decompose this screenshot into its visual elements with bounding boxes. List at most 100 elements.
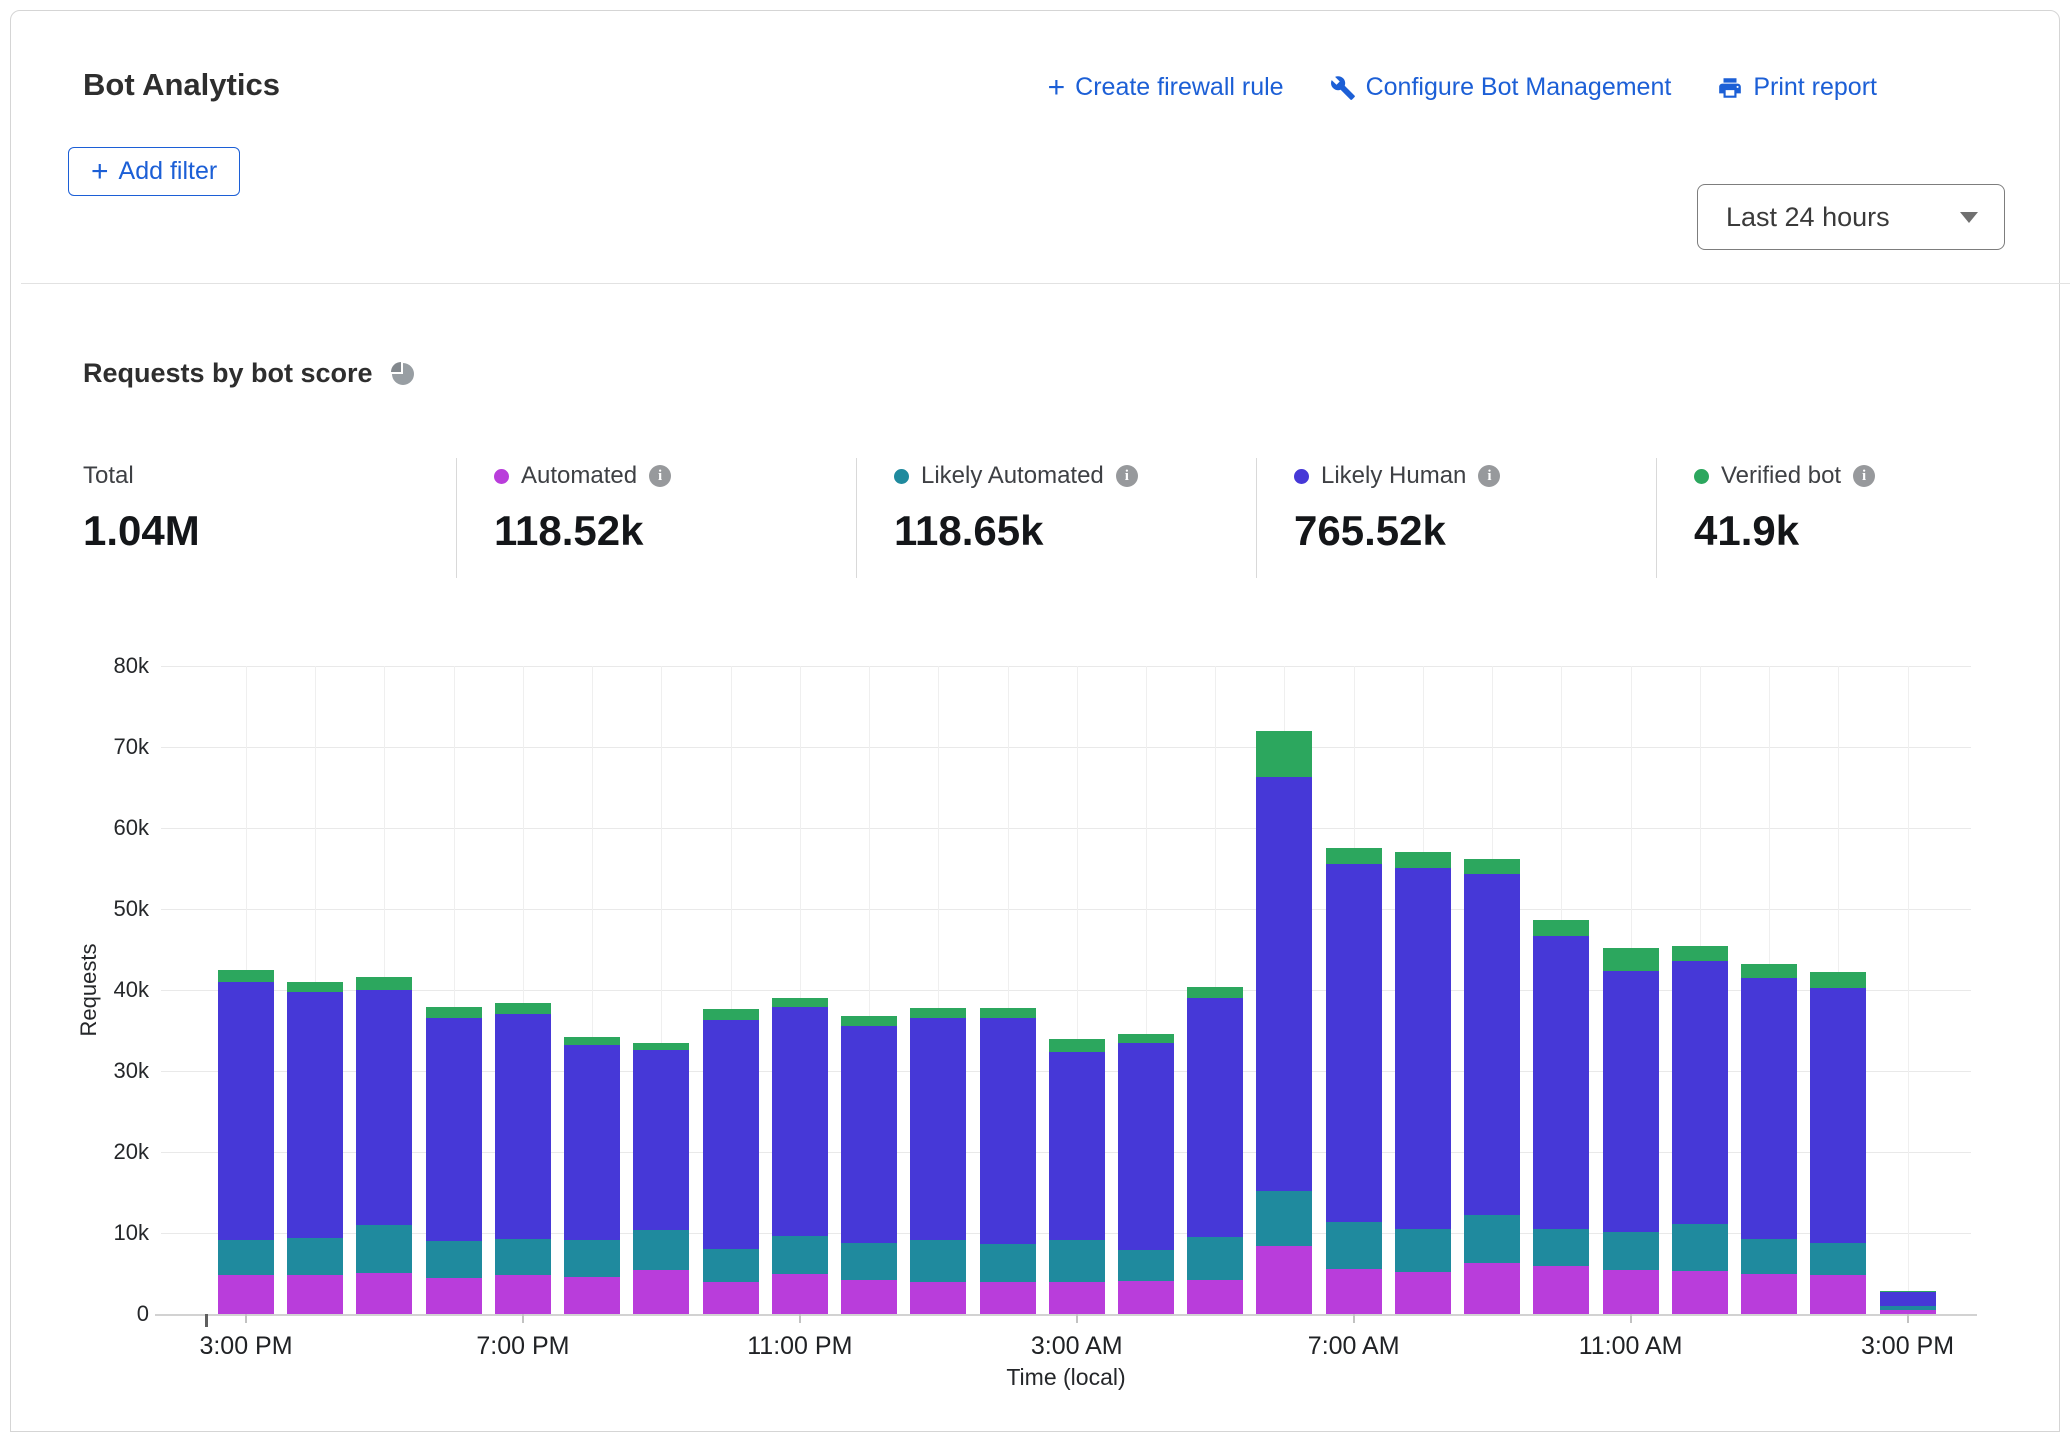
- configure-bot-management-link[interactable]: Configure Bot Management: [1330, 73, 1672, 102]
- legend-dot: [894, 469, 909, 484]
- segment-likely-automated: [1741, 1239, 1797, 1274]
- analytics-card: Bot Analytics + Create firewall rule Con…: [10, 10, 2060, 1432]
- legend-dot: [1694, 469, 1709, 484]
- bar-0-300pm[interactable]: [218, 970, 274, 1314]
- bar-12-300am[interactable]: [1049, 1039, 1105, 1314]
- y-tick-label: 30k: [55, 1058, 149, 1084]
- bar-22-100pm[interactable]: [1741, 964, 1797, 1314]
- info-icon[interactable]: i: [1116, 465, 1138, 487]
- x-tick: [1907, 1314, 1909, 1323]
- stat-total: Total1.04M: [83, 461, 200, 555]
- segment-likely-human: [564, 1045, 620, 1239]
- segment-likely-human: [1880, 1292, 1936, 1306]
- bar-6-900pm[interactable]: [633, 1043, 689, 1314]
- segment-likely-human: [495, 1014, 551, 1238]
- bar-10-100am[interactable]: [910, 1008, 966, 1314]
- bar-3-600pm[interactable]: [426, 1007, 482, 1314]
- bar-11-200am[interactable]: [980, 1008, 1036, 1314]
- segment-likely-human: [426, 1018, 482, 1242]
- stat-label: Total: [83, 462, 134, 490]
- segment-automated: [1464, 1263, 1520, 1314]
- stat-label: Verified bot: [1721, 462, 1841, 490]
- x-axis-title: Time (local): [161, 1364, 1971, 1391]
- create-firewall-rule-label: Create firewall rule: [1075, 73, 1283, 102]
- segment-automated: [1118, 1281, 1174, 1314]
- segment-automated: [218, 1275, 274, 1314]
- header-divider: [21, 283, 2070, 284]
- segment-likely-automated: [633, 1230, 689, 1271]
- segment-verified-bot: [1464, 859, 1520, 874]
- print-report-link[interactable]: Print report: [1717, 73, 1877, 102]
- segment-likely-human: [1741, 978, 1797, 1240]
- x-tick: [245, 1314, 247, 1323]
- bar-7-1000pm[interactable]: [703, 1009, 759, 1314]
- segment-automated: [703, 1282, 759, 1314]
- segment-likely-human: [287, 992, 343, 1237]
- segment-automated: [1187, 1280, 1243, 1314]
- segment-verified-bot: [841, 1016, 897, 1026]
- bar-24-300pm[interactable]: [1880, 1291, 1936, 1314]
- segment-likely-human: [1326, 864, 1382, 1222]
- bar-19-1000am[interactable]: [1533, 920, 1589, 1314]
- bar-1-400pm[interactable]: [287, 982, 343, 1314]
- stat-verified-bot: Verified bot i 41.9k: [1694, 461, 1875, 555]
- requests-chart: Requests Time (local) 010k20k30k40k50k60…: [161, 666, 1971, 1314]
- add-filter-button[interactable]: + Add filter: [68, 147, 240, 196]
- segment-verified-bot: [287, 982, 343, 993]
- x-tick-label: 3:00 PM: [1818, 1332, 1998, 1361]
- segment-automated: [1326, 1269, 1382, 1314]
- segment-verified-bot: [980, 1008, 1036, 1018]
- segment-likely-automated: [426, 1241, 482, 1278]
- segment-likely-automated: [1256, 1191, 1312, 1246]
- stat-value: 41.9k: [1694, 507, 1875, 555]
- segment-automated: [495, 1275, 551, 1314]
- segment-automated: [1533, 1266, 1589, 1314]
- segment-likely-human: [703, 1020, 759, 1249]
- info-icon[interactable]: i: [1478, 465, 1500, 487]
- segment-automated: [1672, 1271, 1728, 1314]
- stat-label: Automated: [521, 462, 637, 490]
- bar-5-800pm[interactable]: [564, 1037, 620, 1314]
- segment-verified-bot: [910, 1008, 966, 1019]
- segment-likely-human: [772, 1007, 828, 1236]
- bar-16-700am[interactable]: [1326, 848, 1382, 1314]
- segment-automated: [1395, 1272, 1451, 1314]
- bar-2-500pm[interactable]: [356, 977, 412, 1314]
- stat-divider: [1256, 458, 1257, 578]
- x-tick: [1353, 1314, 1355, 1323]
- segment-verified-bot: [1603, 948, 1659, 971]
- segment-likely-human: [1672, 961, 1728, 1224]
- segment-automated: [910, 1282, 966, 1314]
- bar-18-900am[interactable]: [1464, 859, 1520, 1314]
- bar-8-1100pm[interactable]: [772, 998, 828, 1314]
- segment-automated: [841, 1280, 897, 1314]
- segment-likely-automated: [1810, 1243, 1866, 1275]
- segment-likely-automated: [772, 1236, 828, 1274]
- info-icon[interactable]: i: [1853, 465, 1875, 487]
- bar-14-500am[interactable]: [1187, 987, 1243, 1314]
- info-icon[interactable]: i: [649, 465, 671, 487]
- bar-21-1200pm[interactable]: [1672, 946, 1728, 1314]
- printer-icon: [1717, 75, 1743, 101]
- bar-9-1200am[interactable]: [841, 1016, 897, 1314]
- bar-23-200pm[interactable]: [1810, 972, 1866, 1314]
- segment-likely-human: [633, 1050, 689, 1230]
- stat-label: Likely Automated: [921, 462, 1104, 490]
- bar-4-700pm[interactable]: [495, 1003, 551, 1314]
- create-firewall-rule-link[interactable]: + Create firewall rule: [1048, 73, 1284, 102]
- segment-likely-automated: [1326, 1222, 1382, 1269]
- chevron-down-icon: [1960, 212, 1978, 223]
- segment-likely-automated: [495, 1239, 551, 1275]
- bar-20-1100am[interactable]: [1603, 948, 1659, 1314]
- configure-bot-management-label: Configure Bot Management: [1366, 73, 1672, 102]
- bar-15-600am[interactable]: [1256, 731, 1312, 1314]
- segment-verified-bot: [1810, 972, 1866, 987]
- time-range-dropdown[interactable]: Last 24 hours: [1697, 184, 2005, 250]
- segment-likely-human: [1187, 998, 1243, 1237]
- print-report-label: Print report: [1753, 73, 1877, 102]
- stat-value: 118.65k: [894, 507, 1138, 555]
- bar-17-800am[interactable]: [1395, 852, 1451, 1314]
- segment-verified-bot: [564, 1037, 620, 1045]
- legend-dot: [494, 469, 509, 484]
- bar-13-400am[interactable]: [1118, 1034, 1174, 1314]
